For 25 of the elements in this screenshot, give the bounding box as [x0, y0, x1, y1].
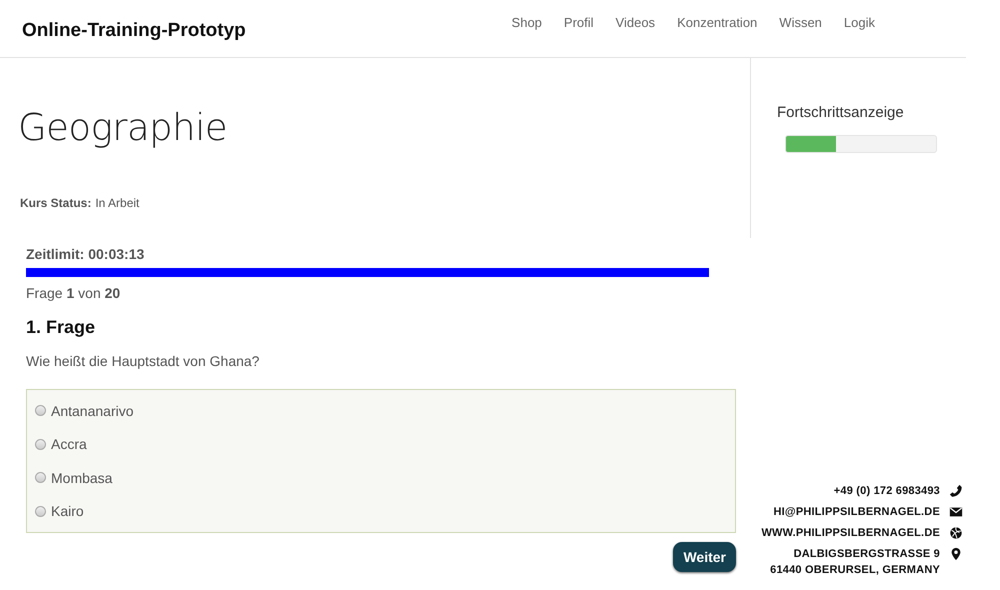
time-limit: Zeitlimit: 00:03:13 — [26, 246, 146, 262]
status-label: Kurs Status: — [20, 196, 92, 210]
nav-link[interactable]: Logik — [844, 15, 875, 30]
nav-link[interactable]: Wissen — [779, 15, 822, 30]
nav-link[interactable]: Konzentration — [677, 15, 758, 30]
question-counter: Frage 1 von 20 — [26, 285, 122, 301]
nav-link[interactable]: Shop — [512, 15, 542, 30]
question-title: 1. Frage — [26, 316, 96, 339]
question-text: Wie heißt die Hauptstadt von Ghana? — [26, 353, 260, 369]
contact-text: 61440 OBERURSEL, GERMANY — [770, 563, 940, 578]
sidebar-title: Fortschrittsanzeige — [777, 104, 905, 121]
next-button[interactable]: Weiter — [673, 542, 736, 572]
contact-text: WWW.PHILIPPSILBERNAGEL.DE — [761, 526, 940, 541]
site-brand[interactable]: Online-Training-Prototyp — [22, 20, 246, 42]
nav-link[interactable]: Profil — [564, 15, 594, 30]
contact-text: +49 (0) 172 6983493 — [834, 484, 940, 499]
nav-link[interactable]: Videos — [616, 15, 656, 30]
answer-label[interactable]: Antananarivo — [51, 402, 134, 419]
contact-text: HI@PHILIPPSILBERNAGEL.DE — [774, 505, 940, 520]
status-value: In Arbeit — [95, 196, 140, 210]
answer-label[interactable]: Kairo — [51, 503, 84, 520]
answer-label[interactable]: Mombasa — [51, 470, 112, 486]
page-title: Geographie — [18, 105, 228, 151]
answer-label[interactable]: Accra — [51, 436, 87, 452]
contact-text: DALBIGSBERGSTRASSE 9 — [794, 547, 940, 562]
